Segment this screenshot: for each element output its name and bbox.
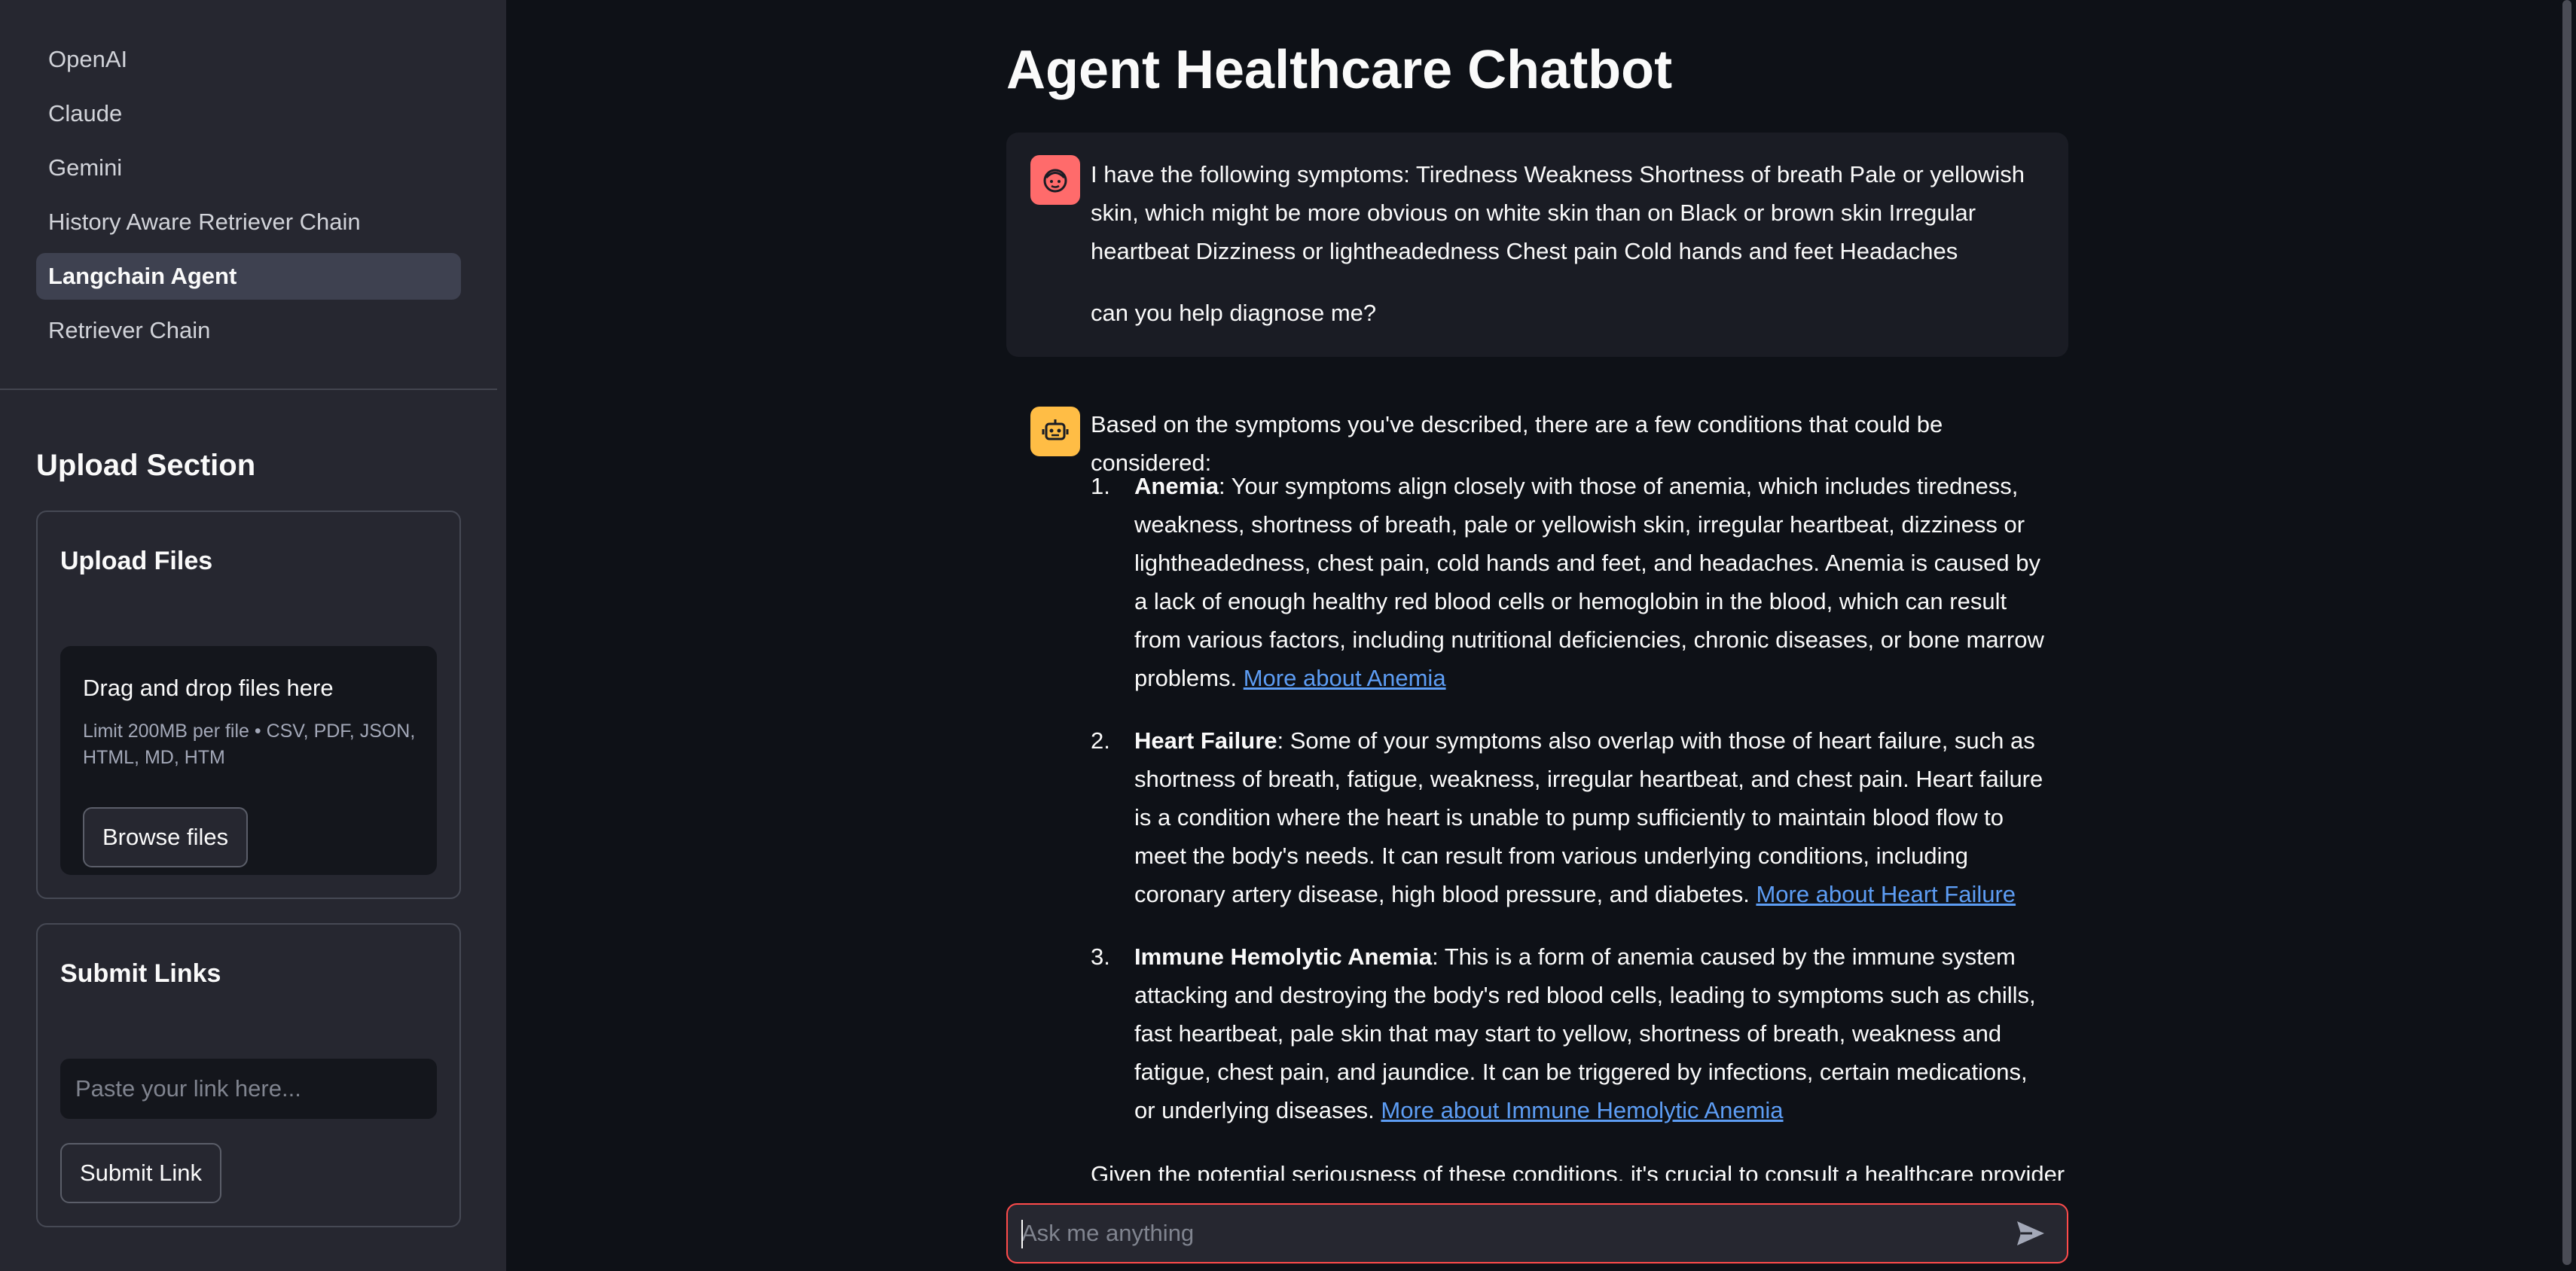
sidebar-item-retriever-chain[interactable]: Retriever Chain <box>36 307 461 354</box>
chat-input-container[interactable] <box>1006 1203 2068 1263</box>
list-item: 2. Heart Failure: Some of your symptoms … <box>1091 721 2046 913</box>
assistant-condition-list: 1. Anemia: Your symptoms align closely w… <box>1091 467 2046 1154</box>
user-face-icon <box>1030 155 1080 205</box>
submit-links-card: Submit Links Submit Link <box>36 923 461 1227</box>
submit-link-button[interactable]: Submit Link <box>60 1143 221 1203</box>
chat-input[interactable] <box>1021 1205 2001 1262</box>
sidebar-item-openai[interactable]: OpenAI <box>36 36 461 83</box>
condition-description: : Your symptoms align closely with those… <box>1134 473 2044 691</box>
sidebar-item-history-aware-retriever-chain[interactable]: History Aware Retriever Chain <box>36 199 461 245</box>
more-about-anemia-link[interactable]: More about Anemia <box>1244 665 1446 691</box>
text-caret <box>1021 1220 1023 1248</box>
condition-name: Immune Hemolytic Anemia <box>1134 943 1433 970</box>
sidebar-item-gemini[interactable]: Gemini <box>36 145 461 191</box>
sidebar-divider <box>0 389 497 390</box>
page-title: Agent Healthcare Chatbot <box>1006 40 1673 100</box>
condition-name: Heart Failure <box>1134 727 1277 754</box>
browse-files-button[interactable]: Browse files <box>83 807 249 867</box>
list-item-number: 2. <box>1091 727 1110 754</box>
chat-messages[interactable]: I have the following symptoms: Tiredness… <box>1006 133 2068 1181</box>
page-scrollbar[interactable] <box>2562 0 2571 1265</box>
file-dropzone[interactable]: Drag and drop files here Limit 200MB per… <box>60 646 437 875</box>
sidebar-item-langchain-agent[interactable]: Langchain Agent <box>36 253 461 300</box>
assistant-message-outro: Given the potential seriousness of these… <box>1091 1161 2065 1181</box>
sidebar-resize-handle[interactable] <box>497 0 506 1271</box>
condition-name: Anemia <box>1134 473 1219 499</box>
list-item-number: 3. <box>1091 943 1110 970</box>
list-item: 1. Anemia: Your symptoms align closely w… <box>1091 467 2046 697</box>
sidebar: OpenAI Claude Gemini History Aware Retri… <box>0 0 506 1271</box>
sidebar-item-claude[interactable]: Claude <box>36 90 461 137</box>
user-message: I have the following symptoms: Tiredness… <box>1006 133 2068 357</box>
robot-icon <box>1030 407 1080 456</box>
upload-section-title: Upload Section <box>36 449 256 482</box>
user-message-question: can you help diagnose me? <box>1091 300 1377 326</box>
link-input[interactable] <box>60 1059 437 1119</box>
upload-files-card: Upload Files Drag and drop files here Li… <box>36 511 461 899</box>
dropzone-hint: Limit 200MB per file • CSV, PDF, JSON, H… <box>83 721 416 768</box>
sidebar-nav: OpenAI Claude Gemini History Aware Retri… <box>36 36 461 361</box>
dropzone-title: Drag and drop files here <box>83 675 334 701</box>
more-about-immune-hemolytic-anemia-link[interactable]: More about Immune Hemolytic Anemia <box>1381 1097 1783 1123</box>
submit-links-title: Submit Links <box>60 959 221 988</box>
more-about-heart-failure-link[interactable]: More about Heart Failure <box>1756 881 2016 907</box>
list-item-number: 1. <box>1091 473 1110 499</box>
list-item: 3. Immune Hemolytic Anemia: This is a fo… <box>1091 937 2046 1129</box>
upload-files-title: Upload Files <box>60 547 213 575</box>
user-message-symptoms: I have the following symptoms: Tiredness… <box>1091 161 2025 264</box>
send-icon[interactable] <box>2014 1218 2047 1248</box>
main-content: Agent Healthcare Chatbot I have the foll… <box>506 0 2576 1271</box>
